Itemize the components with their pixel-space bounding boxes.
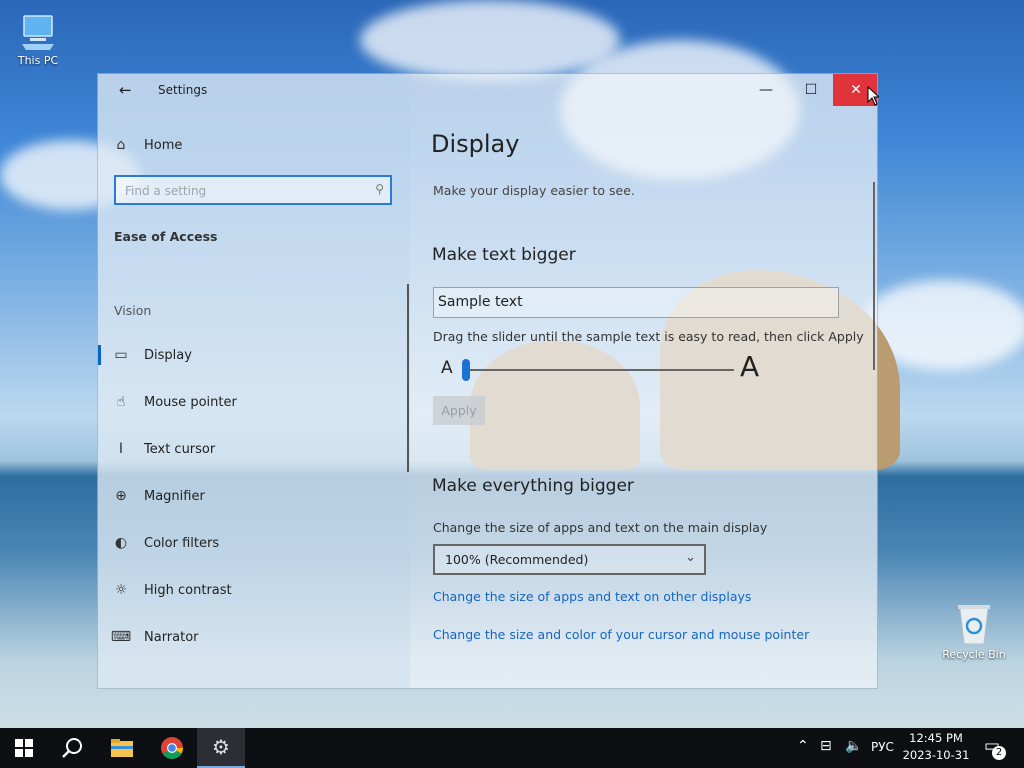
sample-text-box: Sample text <box>433 287 839 318</box>
wallpaper-cloud <box>360 0 620 80</box>
desktop-icon-this-pc[interactable]: This PC <box>2 12 74 67</box>
sidebar-item-mouse-pointer[interactable]: ☝ Mouse pointer <box>98 382 410 422</box>
sidebar-item-text-cursor[interactable]: I Text cursor <box>98 429 410 469</box>
sample-text: Sample text <box>438 294 523 310</box>
desktop-icon-label: This PC <box>17 54 59 67</box>
taskbar-chrome[interactable] <box>148 728 196 768</box>
folder-icon <box>111 739 133 757</box>
desktop-icon-recycle-bin[interactable]: Recycle Bin <box>938 602 1010 661</box>
start-button[interactable] <box>0 728 48 768</box>
clock[interactable]: 12:45 PM 2023-10-31 <box>900 731 972 762</box>
page-title: Display <box>431 130 520 158</box>
scale-dropdown[interactable]: 100% (Recommended) ⌄ <box>433 544 706 575</box>
volume-muted-icon[interactable]: 🔈 <box>845 738 862 754</box>
sidebar: ← Settings ⌂ Home ⚲ Ease of Access Visio… <box>98 74 410 688</box>
scale-description: Change the size of apps and text on the … <box>433 520 768 535</box>
language-indicator[interactable]: РУС <box>871 740 894 754</box>
high-contrast-icon: ☼ <box>114 582 128 598</box>
scale-selected-value: 100% (Recommended) <box>445 552 589 567</box>
slider-instructions: Drag the slider until the sample text is… <box>433 329 864 344</box>
mouse-cursor-icon <box>867 86 879 106</box>
display-icon: ▭ <box>114 347 128 363</box>
search-icon <box>62 738 82 758</box>
home-icon: ⌂ <box>116 137 126 153</box>
desktop-icon-label: Recycle Bin <box>942 648 1006 661</box>
notifications-button[interactable]: ▭ 2 <box>980 734 1010 762</box>
color-filters-icon: ◐ <box>114 535 128 551</box>
sidebar-item-display[interactable]: ▭ Display <box>98 335 410 375</box>
tray-overflow-icon[interactable]: ⌃ <box>797 738 809 754</box>
sidebar-item-label: Text cursor <box>144 441 216 457</box>
chrome-icon <box>161 737 183 759</box>
slider-min-label: A <box>441 358 453 378</box>
settings-window: ← Settings ⌂ Home ⚲ Ease of Access Visio… <box>97 73 878 689</box>
maximize-button[interactable]: ☐ <box>788 74 834 106</box>
narrator-icon: ⌨ <box>110 629 132 645</box>
sidebar-item-label: Narrator <box>144 629 199 645</box>
everything-section-heading: Make everything bigger <box>432 476 634 496</box>
taskbar-file-explorer[interactable] <box>98 728 146 768</box>
mouse-pointer-icon: ☝ <box>116 394 126 410</box>
minimize-button[interactable]: — <box>743 74 789 106</box>
taskbar-settings[interactable]: ⚙ <box>197 728 245 768</box>
sidebar-item-label: Mouse pointer <box>144 394 237 410</box>
sidebar-item-magnifier[interactable]: ⊕ Magnifier <box>98 476 410 516</box>
cursor-size-link[interactable]: Change the size and color of your cursor… <box>433 627 809 642</box>
sidebar-item-label: Display <box>144 347 192 363</box>
other-displays-link[interactable]: Change the size of apps and text on othe… <box>433 589 751 604</box>
notification-count-badge: 2 <box>992 746 1006 760</box>
text-cursor-icon: I <box>118 441 124 457</box>
section-title: Ease of Access <box>114 229 218 244</box>
network-icon[interactable]: ⊟ <box>820 738 832 754</box>
taskbar: ⚙ ⌃ ⊟ 🔈 РУС 12:45 PM 2023-10-31 ▭ 2 <box>0 728 1024 768</box>
sidebar-item-label: Home <box>144 137 183 153</box>
this-pc-icon <box>22 15 54 50</box>
apply-button[interactable]: Apply <box>433 396 485 425</box>
clock-date: 2023-10-31 <box>902 748 970 762</box>
search-icon[interactable]: ⚲ <box>375 182 384 196</box>
search-button[interactable] <box>48 728 96 768</box>
sidebar-item-label: Color filters <box>144 535 220 551</box>
sidebar-item-color-filters[interactable]: ◐ Color filters <box>98 523 410 563</box>
slider-max-label: A <box>740 350 760 383</box>
sidebar-scrollbar[interactable] <box>407 284 409 472</box>
group-title: Vision <box>114 303 152 318</box>
main-content: Display Make your display easier to see.… <box>410 74 877 688</box>
text-size-slider-track[interactable] <box>462 369 734 371</box>
text-size-slider-thumb[interactable] <box>462 359 470 381</box>
search-box[interactable]: ⚲ <box>114 175 392 205</box>
chevron-down-icon: ⌄ <box>685 550 696 565</box>
text-section-heading: Make text bigger <box>432 245 576 265</box>
magnifier-icon: ⊕ <box>115 488 127 504</box>
windows-logo-icon <box>15 739 33 757</box>
main-scrollbar[interactable] <box>873 182 875 370</box>
sidebar-item-high-contrast[interactable]: ☼ High contrast <box>98 570 410 610</box>
sidebar-item-narrator[interactable]: ⌨ Narrator <box>98 617 410 657</box>
sidebar-item-label: Magnifier <box>144 488 205 504</box>
page-subtitle: Make your display easier to see. <box>433 183 635 198</box>
sidebar-item-home[interactable]: ⌂ Home <box>98 125 410 165</box>
sidebar-item-label: High contrast <box>144 582 232 598</box>
recycle-bin-icon <box>958 605 990 645</box>
search-input[interactable] <box>116 177 367 205</box>
gear-icon: ⚙ <box>212 735 230 759</box>
titlebar: — ☐ ✕ <box>98 74 877 106</box>
clock-time: 12:45 PM <box>909 731 963 745</box>
